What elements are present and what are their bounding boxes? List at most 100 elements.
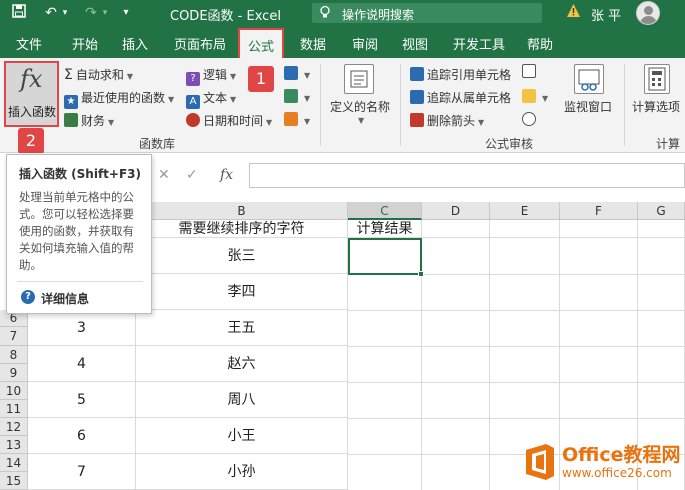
tab-file[interactable]: 文件 [16,34,42,53]
insert-function-fx-icon[interactable]: fx [220,167,233,183]
trace-precedents-button[interactable]: 追踪引用单元格 [410,66,511,83]
customize-toolbar-icon[interactable]: ▾ [120,4,132,22]
save-icon[interactable] [10,4,28,23]
row-header[interactable]: 12 [0,418,28,436]
tab-insert[interactable]: 插入 [122,34,148,53]
row-header[interactable]: 14 [0,454,28,472]
calc-options-icon[interactable] [644,64,670,94]
column-header-c[interactable]: C [348,202,422,220]
column-header-e[interactable]: E [490,202,560,220]
watch-window-button[interactable]: 监视窗口 [564,98,612,115]
autosum-button[interactable]: Σ 自动求和 ▼ [64,66,133,83]
column-header-g[interactable]: G [638,202,685,220]
show-formulas-button[interactable] [522,64,539,79]
math-trig-button[interactable]: ▼ [284,89,310,104]
tab-view[interactable]: 视图 [402,34,428,53]
column-c-cells[interactable] [348,238,422,490]
tab-data[interactable]: 数据 [300,34,326,53]
trace-precedents-icon [410,67,424,81]
error-checking-button[interactable]: ▼ [522,89,548,104]
cell-b[interactable]: 张三 [136,238,348,274]
cell-g-header[interactable] [638,220,685,238]
recent-functions-button[interactable]: ★ 最近使用的函数 ▼ [64,89,174,109]
title-bar: ↶ ▾ ↷ ▾ ▾ CODE函数 - Excel 操作说明搜索 张 平 [0,0,685,26]
more-functions-button[interactable]: ▼ [284,112,310,127]
tell-me-more-link[interactable]: 详细信息 [41,290,89,307]
cell-c-header[interactable]: 计算结果 [348,220,422,238]
ribbon: fx 插入函数 Σ 自动求和 ▼ ★ 最近使用的函数 ▼ 财务 ▼ ? 逻辑 ▼ A 文本 ▼ 日… [0,58,685,154]
row-header[interactable]: 15 [0,472,28,490]
cell-e-header[interactable] [490,220,560,238]
name-manager-icon[interactable] [344,64,374,94]
cell-a[interactable]: 3 [28,310,136,346]
cell-f-header[interactable] [560,220,638,238]
fill-handle[interactable] [418,271,424,277]
logical-button[interactable]: ? 逻辑 ▼ [186,66,236,86]
clock-icon [186,113,200,127]
datetime-button[interactable]: 日期和时间 ▼ [186,112,272,129]
row-line [348,346,685,347]
insert-function-tooltip: 插入函数 (Shift+F3) 处理当前单元格中的公式。您可以轻松选择要使用的函… [6,154,152,314]
search-box[interactable]: 操作说明搜索 [312,3,542,23]
ribbon-separator [320,64,321,146]
row-header[interactable]: 9 [0,364,28,382]
remove-arrows-button[interactable]: 删除箭头 ▼ [410,112,484,129]
tab-page-layout[interactable]: 页面布局 [174,34,226,53]
calc-options-button[interactable]: 计算选项 [632,98,680,115]
watermark: Office教程网 www.office26.com [520,434,685,490]
row-header[interactable]: 13 [0,436,28,454]
column-d-cells[interactable] [422,238,490,490]
cell-a[interactable]: 5 [28,382,136,418]
row-header[interactable]: 10 [0,382,28,400]
defined-names-button[interactable]: 定义的名称 [330,98,390,115]
defined-names-dropdown-icon[interactable]: ▼ [358,116,364,125]
active-cell-c[interactable] [348,238,422,275]
tab-formulas[interactable]: 公式 [238,28,285,58]
row-line [348,382,685,383]
trace-dependents-button[interactable]: 追踪从属单元格 [410,89,511,106]
watermark-url: www.office26.com [562,466,672,480]
tab-review[interactable]: 审阅 [352,34,378,53]
column-header-b[interactable]: B [136,202,348,220]
lightbulb-icon [318,5,332,23]
insert-function-button[interactable]: fx 插入函数 [4,61,59,127]
tab-home[interactable]: 开始 [72,34,98,53]
financial-button[interactable]: 财务 ▼ [64,112,114,129]
column-header-d[interactable]: D [422,202,490,220]
cell-b[interactable]: 李四 [136,274,348,310]
row-header[interactable]: 7 [0,327,28,346]
cell-b[interactable]: 赵六 [136,346,348,382]
cancel-icon[interactable]: ✕ [158,167,170,183]
warning-icon[interactable] [566,3,581,22]
cell-a[interactable]: 6 [28,418,136,454]
math-icon [284,89,298,103]
cell-b[interactable]: 周八 [136,382,348,418]
avatar[interactable] [636,1,660,25]
lookup-button[interactable]: ▼ [284,66,310,81]
cell-d-header[interactable] [422,220,490,238]
cell-b[interactable]: 王五 [136,310,348,346]
row-header[interactable]: 11 [0,400,28,418]
formula-input[interactable] [249,163,685,188]
undo-dropdown-icon[interactable]: ▾ [60,4,70,22]
tab-help[interactable]: 帮助 [527,34,553,53]
cell-b[interactable]: 小王 [136,418,348,454]
cell-b-header[interactable]: 需要继续排序的字符 [136,220,348,238]
lookup-icon [284,66,298,80]
redo-dropdown-icon: ▾ [102,8,108,18]
enter-icon[interactable]: ✓ [186,167,198,183]
cell-a[interactable]: 7 [28,454,136,490]
column-header-f[interactable]: F [560,202,638,220]
text-function-button[interactable]: A 文本 ▼ [186,89,236,109]
watch-window-icon[interactable] [574,64,604,94]
undo-icon[interactable]: ↶ [42,4,60,22]
row-header[interactable]: 8 [0,346,28,364]
ribbon-separator [624,64,625,146]
user-name[interactable]: 张 平 [591,5,621,24]
cell-b[interactable]: 小孙 [136,454,348,490]
cell-a[interactable]: 4 [28,346,136,382]
show-formulas-icon [522,64,536,78]
tab-developer[interactable]: 开发工具 [453,34,505,53]
help-icon[interactable]: ? [21,290,35,304]
evaluate-formula-button[interactable] [522,112,539,127]
